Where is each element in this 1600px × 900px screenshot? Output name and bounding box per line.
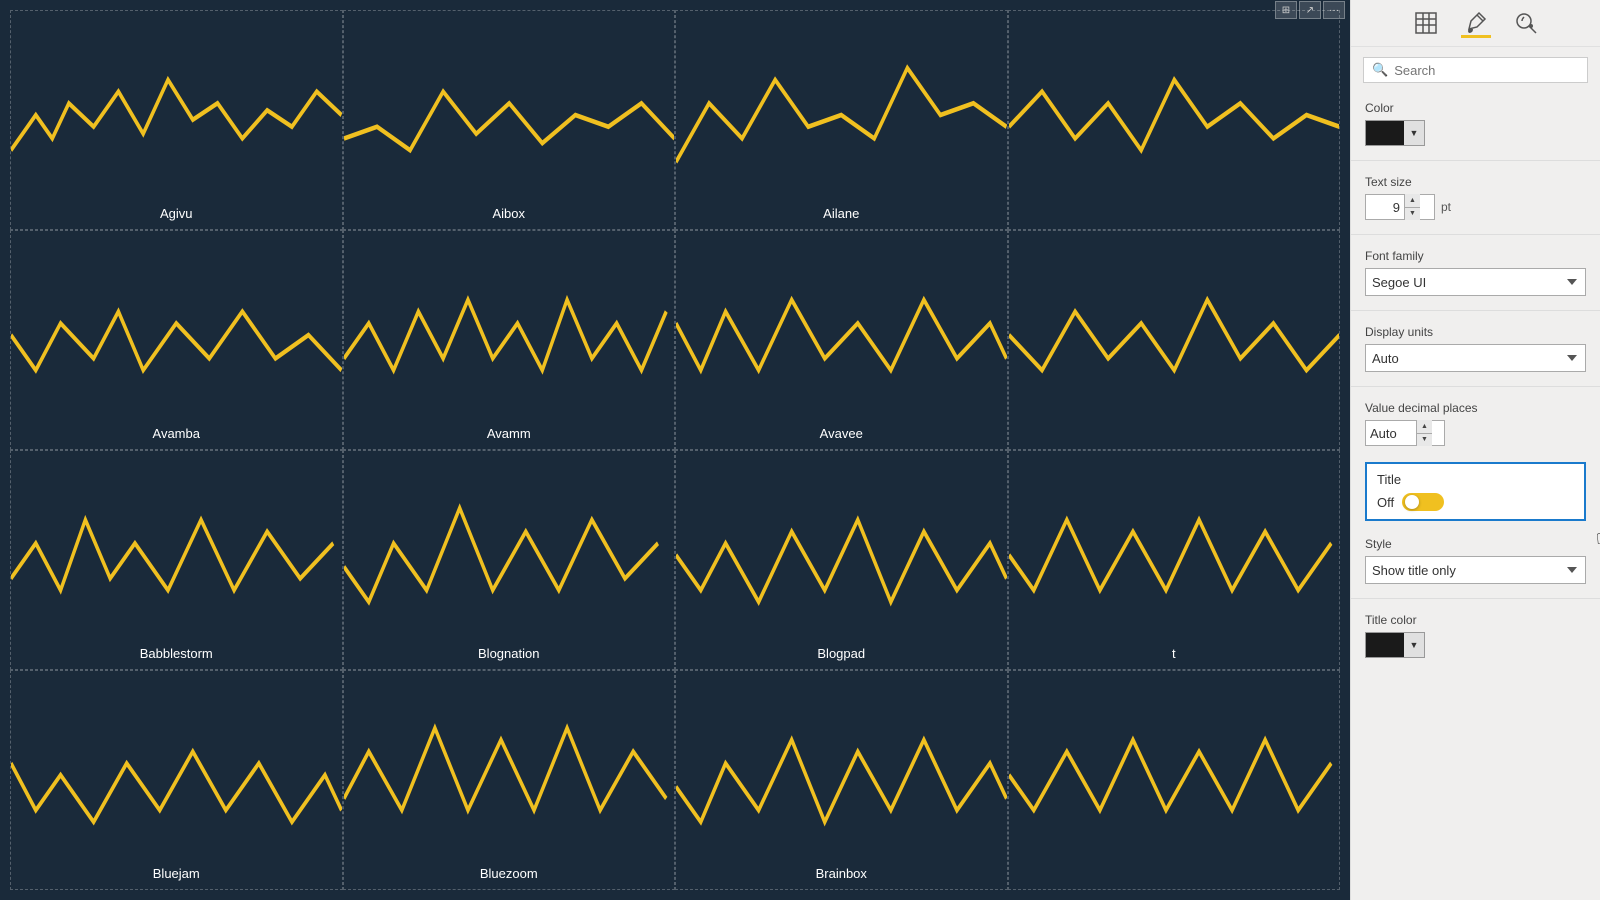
font-family-label: Font family — [1365, 249, 1586, 263]
chart-grid: Agivu Aibox Ailane Avamba — [0, 0, 1350, 900]
chart-label-blogpad: Blogpad — [817, 646, 865, 661]
title-color-picker[interactable]: ▼ — [1365, 632, 1425, 658]
right-panel: 🔍 Color ▼ Text size 9 ▲ ▼ pt Font family — [1350, 0, 1600, 900]
chart-cell-r1c3 — [1008, 230, 1341, 450]
table-icon[interactable] — [1411, 8, 1441, 38]
chart-cell-avamba: Avamba — [10, 230, 343, 450]
spinner-up-btn[interactable]: ▲ — [1404, 194, 1420, 208]
text-size-section: Text size 9 ▲ ▼ pt — [1351, 165, 1600, 230]
chart-label-bluezoom: Bluezoom — [480, 866, 538, 881]
title-toggle[interactable] — [1402, 493, 1444, 511]
chart-label-brainbox: Brainbox — [816, 866, 867, 881]
color-section: Color ▼ — [1351, 91, 1600, 156]
chart-label-ailane: Ailane — [823, 206, 859, 221]
chart-label-aibox: Aibox — [492, 206, 525, 221]
color-chevron-icon: ▼ — [1404, 121, 1424, 145]
chart-cell-ailane: Ailane — [675, 10, 1008, 230]
text-size-spinner[interactable]: 9 ▲ ▼ — [1365, 194, 1435, 220]
text-size-unit: pt — [1441, 200, 1451, 214]
chart-label-blognation: Blognation — [478, 646, 539, 661]
display-units-label: Display units — [1365, 325, 1586, 339]
decimal-spinner-up[interactable]: ▲ — [1416, 420, 1432, 434]
chart-cell-avamm: Avamm — [343, 230, 676, 450]
title-card: Title Off — [1365, 462, 1586, 521]
panel-top-icons — [1351, 0, 1600, 47]
chart-cell-aibox: Aibox — [343, 10, 676, 230]
chart-label-agivu: Agivu — [160, 206, 193, 221]
title-color-section: Title color ▼ — [1351, 603, 1600, 668]
chart-cell-avavee: Avavee — [675, 230, 1008, 450]
chart-label-bluejam: Bluejam — [153, 866, 200, 881]
title-card-wrapper: Title Off ☞ — [1351, 456, 1600, 527]
decimal-places-input[interactable]: Auto — [1366, 426, 1416, 441]
style-select[interactable]: Show title only — [1365, 556, 1586, 584]
display-units-section: Display units Auto — [1351, 315, 1600, 382]
chart-label-avavee: Avavee — [820, 426, 863, 441]
decimal-spinner-down[interactable]: ▼ — [1416, 434, 1432, 447]
toggle-knob — [1405, 495, 1419, 509]
decimal-places-label: Value decimal places — [1365, 401, 1586, 415]
chart-cell-bluejam: Bluejam — [10, 670, 343, 890]
decimal-places-section: Value decimal places Auto ▲ ▼ — [1351, 391, 1600, 456]
spinner-down-btn[interactable]: ▼ — [1404, 208, 1420, 221]
chart-cell-bluezoom: Bluezoom — [343, 670, 676, 890]
style-label: Style — [1365, 537, 1586, 551]
chart-cell-blogpad: Blogpad — [675, 450, 1008, 670]
toggle-off-label: Off — [1377, 495, 1394, 510]
chart-cell-r2c3: t — [1008, 450, 1341, 670]
chart-label-avamba: Avamba — [153, 426, 200, 441]
toggle-row: Off — [1377, 493, 1574, 511]
chart-cell-brainbox: Brainbox — [675, 670, 1008, 890]
title-color-swatch — [1366, 633, 1404, 657]
title-color-label: Title color — [1365, 613, 1586, 627]
text-size-input[interactable]: 9 — [1366, 200, 1404, 215]
chart-label-avamm: Avamm — [487, 426, 531, 441]
text-size-label: Text size — [1365, 175, 1586, 189]
style-section: Style Show title only — [1351, 527, 1600, 594]
search-input[interactable] — [1394, 63, 1579, 78]
chart-cell-r0c3 — [1008, 10, 1341, 230]
search-box[interactable]: 🔍 — [1363, 57, 1588, 83]
color-swatch — [1366, 121, 1404, 145]
color-picker-button[interactable]: ▼ — [1365, 120, 1425, 146]
chart-cell-agivu: Agivu — [10, 10, 343, 230]
search-icon: 🔍 — [1372, 62, 1388, 78]
chart-cell-r3c3 — [1008, 670, 1341, 890]
decimal-places-spinner[interactable]: Auto ▲ ▼ — [1365, 420, 1445, 446]
chart-cell-blognation: Blognation — [343, 450, 676, 670]
paint-icon[interactable] — [1461, 8, 1491, 38]
chart-label-babblestorm: Babblestorm — [140, 646, 213, 661]
chart-cell-babblestorm: Babblestorm — [10, 450, 343, 670]
display-units-select[interactable]: Auto — [1365, 344, 1586, 372]
search-magnifier-icon[interactable] — [1511, 8, 1541, 38]
font-family-section: Font family Segoe UI — [1351, 239, 1600, 306]
font-family-select[interactable]: Segoe UI — [1365, 268, 1586, 296]
color-label: Color — [1365, 101, 1586, 115]
title-card-label: Title — [1377, 472, 1574, 487]
title-color-chevron-icon: ▼ — [1404, 633, 1424, 657]
main-chart-area: ⊞ ↗ ··· Agivu Aibox Ailane — [0, 0, 1350, 900]
chart-label-r2c3: t — [1172, 646, 1176, 661]
